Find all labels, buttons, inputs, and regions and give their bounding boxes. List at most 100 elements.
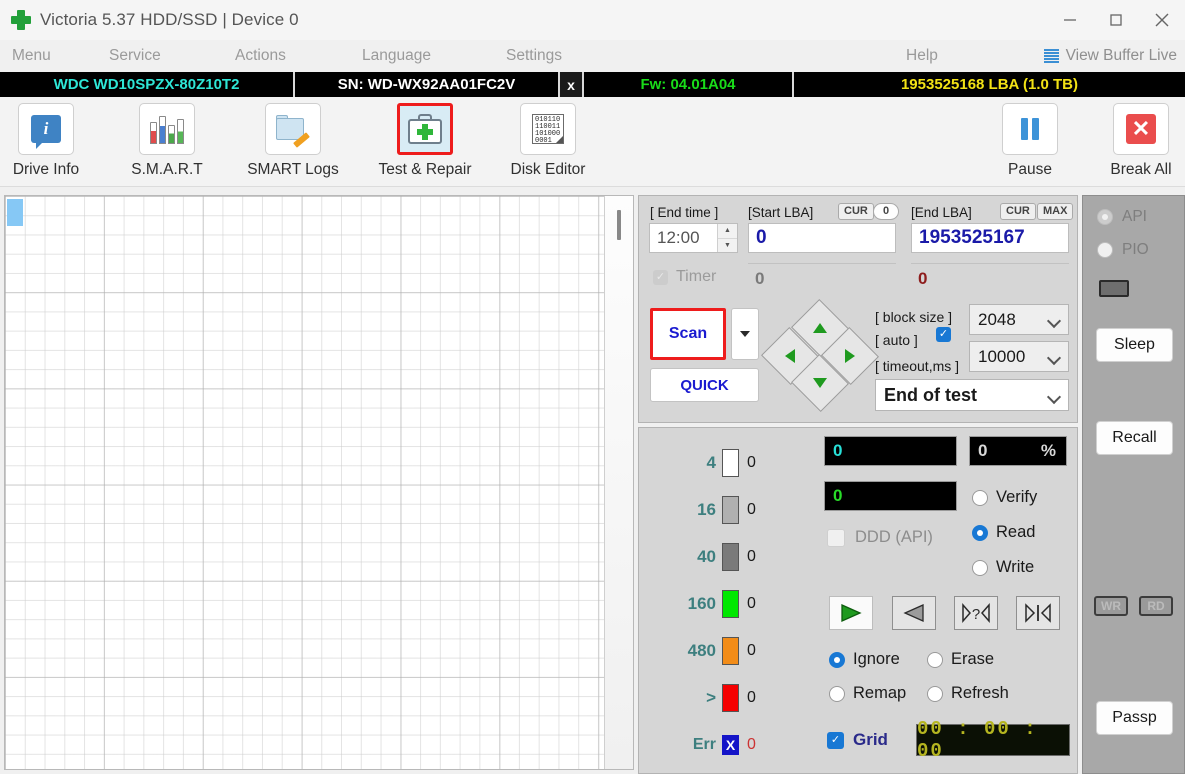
close-icon[interactable] bbox=[1139, 0, 1185, 40]
legend-threshold: 16 bbox=[697, 500, 716, 519]
red-x-icon: ✕ bbox=[1126, 114, 1156, 144]
end-lba-cur-button[interactable]: CUR bbox=[1000, 203, 1036, 220]
quick-button[interactable]: QUICK bbox=[650, 368, 759, 402]
disk-map-grid[interactable] bbox=[5, 196, 605, 769]
ddd-api-checkbox-row[interactable]: DDD (API) bbox=[827, 528, 933, 547]
toolbar-button-break-all[interactable]: ✕ Break All bbox=[1093, 103, 1185, 179]
block-size-label: [ block size ] bbox=[875, 309, 953, 325]
menu-item-service[interactable]: Service bbox=[103, 47, 167, 65]
drive-model: WDC WD10SPZX-80Z10T2 bbox=[0, 72, 295, 97]
end-lba-input[interactable]: 1953525167 bbox=[911, 223, 1069, 253]
minimize-icon[interactable] bbox=[1047, 0, 1093, 40]
radio-icon[interactable] bbox=[1097, 209, 1113, 225]
menu-item-menu[interactable]: Menu bbox=[6, 47, 57, 65]
end-time-value: 12:00 bbox=[657, 228, 700, 247]
menu-item-language[interactable]: Language bbox=[356, 47, 437, 65]
disk-map-scale-bar[interactable] bbox=[605, 196, 633, 769]
end-time-input[interactable]: 12:00 ▲ ▼ bbox=[649, 223, 738, 253]
grid-checkbox[interactable]: ✓ bbox=[827, 731, 844, 749]
legend-row: > 0 bbox=[640, 682, 826, 714]
defect-radio-erase[interactable]: Erase bbox=[927, 650, 994, 669]
defect-radio-refresh[interactable]: Refresh bbox=[927, 684, 1009, 703]
info-bubble-icon: i bbox=[31, 115, 61, 149]
menu-item-actions[interactable]: Actions bbox=[229, 47, 292, 65]
toolbar-button-pause[interactable]: Pause bbox=[982, 103, 1078, 179]
legend-count: 0 bbox=[747, 501, 756, 518]
end-lba-max-button[interactable]: MAX bbox=[1037, 203, 1074, 220]
scale-marker-icon bbox=[617, 210, 621, 240]
start-lba-value: 0 bbox=[756, 227, 767, 248]
test-tubes-icon bbox=[150, 114, 184, 144]
toolbar-label-drive-info: Drive Info bbox=[12, 161, 80, 178]
timer-checkbox-row[interactable]: ✓ Timer bbox=[653, 268, 716, 286]
svg-text:?: ? bbox=[972, 606, 980, 623]
sleep-button[interactable]: Sleep bbox=[1096, 328, 1173, 362]
chevron-down-icon bbox=[740, 331, 750, 337]
legend-error-row: Err X 0 bbox=[640, 729, 826, 761]
ddd-api-label: DDD (API) bbox=[855, 528, 933, 546]
toolbar-label-disk-editor: Disk Editor bbox=[510, 161, 586, 178]
defect-radio-remap[interactable]: Remap bbox=[829, 684, 906, 703]
radio-icon[interactable] bbox=[1097, 242, 1113, 258]
end-action-select[interactable]: End of test bbox=[875, 379, 1069, 411]
toolbar-button-drive-info[interactable]: i Drive Info bbox=[0, 103, 94, 179]
spinner-down-icon[interactable]: ▼ bbox=[718, 238, 737, 252]
view-buffer-live-button[interactable]: View Buffer Live bbox=[1043, 40, 1177, 72]
mode-radio-read[interactable]: Read bbox=[972, 523, 1035, 542]
toolbar-button-disk-editor[interactable]: 010110 110011 101000 0001 Disk Editor bbox=[500, 103, 596, 179]
defect-label-refresh: Refresh bbox=[951, 684, 1009, 702]
nav-seek-unknown-button[interactable]: ? bbox=[954, 596, 998, 630]
radio-icon[interactable] bbox=[927, 651, 943, 668]
drive-close-button[interactable]: x bbox=[560, 72, 584, 97]
scan-dropdown-button[interactable] bbox=[731, 308, 759, 360]
radio-icon[interactable] bbox=[829, 651, 845, 668]
nav-play-backward-button[interactable] bbox=[892, 596, 936, 630]
scan-button[interactable]: Scan bbox=[650, 308, 726, 360]
menu-item-help[interactable]: Help bbox=[900, 47, 944, 65]
start-lba-label: [Start LBA] bbox=[748, 205, 814, 220]
nav-play-forward-button[interactable] bbox=[829, 596, 873, 630]
toolbar-label-smart: S.M.A.R.T bbox=[131, 161, 203, 178]
block-size-select[interactable]: 2048 bbox=[969, 304, 1069, 335]
radio-icon[interactable] bbox=[972, 489, 988, 506]
rd-indicator: RD bbox=[1139, 596, 1173, 616]
play-forward-icon bbox=[841, 603, 862, 623]
auto-checkbox[interactable]: ✓ bbox=[936, 327, 951, 342]
timer-checkbox[interactable]: ✓ bbox=[653, 269, 668, 285]
sidebar-radio-pio[interactable]: PIO bbox=[1097, 241, 1149, 259]
end-time-spinner[interactable]: ▲ ▼ bbox=[717, 224, 737, 252]
recall-button[interactable]: Recall bbox=[1096, 421, 1173, 455]
grid-toggle-row[interactable]: ✓ Grid bbox=[827, 730, 888, 750]
lines-list-icon bbox=[1043, 49, 1059, 63]
nav-seek-center-button[interactable] bbox=[1016, 596, 1060, 630]
radio-icon[interactable] bbox=[927, 685, 943, 702]
start-lba-cur-button[interactable]: CUR bbox=[838, 203, 874, 220]
start-lba-zero-button[interactable]: 0 bbox=[873, 203, 900, 220]
toolbar-button-smart[interactable]: S.M.A.R.T bbox=[119, 103, 215, 179]
legend-error-label: Err bbox=[692, 736, 716, 753]
radio-icon[interactable] bbox=[829, 685, 845, 702]
ddd-api-checkbox[interactable] bbox=[827, 528, 845, 547]
mode-radio-write[interactable]: Write bbox=[972, 558, 1034, 577]
disk-map-cursor-block bbox=[7, 199, 23, 226]
timeout-select[interactable]: 10000 bbox=[969, 341, 1069, 372]
radio-icon[interactable] bbox=[972, 524, 988, 541]
mode-radio-verify[interactable]: Verify bbox=[972, 488, 1037, 507]
spinner-up-icon[interactable]: ▲ bbox=[718, 224, 737, 239]
victoria-app-window: Victoria 5.37 HDD/SSD | Device 0 Menu Se… bbox=[0, 0, 1185, 774]
maximize-icon[interactable] bbox=[1093, 0, 1139, 40]
drive-firmware: Fw: 04.01A04 bbox=[584, 72, 794, 97]
start-lba-input[interactable]: 0 bbox=[748, 223, 896, 253]
passport-button[interactable]: Passp bbox=[1096, 701, 1173, 735]
sidebar-radio-api[interactable]: API bbox=[1097, 208, 1147, 226]
test-status-panel: 4 0 16 0 40 0 160 0 480 0 > 0 Err X 0 0 … bbox=[638, 427, 1078, 774]
toolbar-button-smart-logs[interactable]: SMART Logs bbox=[245, 103, 341, 179]
legend-threshold: 160 bbox=[687, 594, 716, 613]
toolbar-button-test-and-repair[interactable]: Test & Repair bbox=[377, 103, 473, 179]
menu-item-settings[interactable]: Settings bbox=[500, 47, 568, 65]
binary-page-icon: 010110 110011 101000 0001 bbox=[532, 114, 564, 144]
radio-icon[interactable] bbox=[972, 559, 988, 576]
folder-pencil-icon bbox=[276, 115, 310, 148]
scan-button-label: Scan bbox=[668, 325, 708, 342]
defect-radio-ignore[interactable]: Ignore bbox=[829, 650, 900, 669]
